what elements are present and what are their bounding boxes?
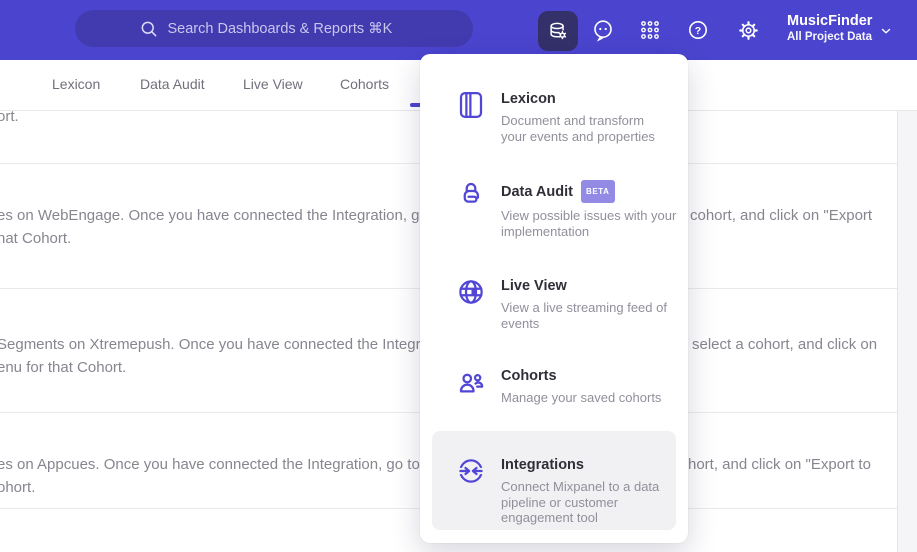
data-management-menu: Lexicon Document and transform your even… <box>420 54 688 543</box>
top-bar: ? MusicFinder All Project Data <box>0 0 917 60</box>
feedback-bubble-icon <box>594 20 612 42</box>
global-search[interactable] <box>75 10 473 47</box>
menu-item-title: Cohorts <box>501 368 557 384</box>
help-icon: ? <box>689 21 707 39</box>
tab-cohorts[interactable]: Cohorts <box>340 76 389 92</box>
database-gear-icon <box>550 22 567 40</box>
list-item-text: hort, and click on "Export to <box>688 456 871 473</box>
project-selector[interactable]: MusicFinder All Project Data <box>787 12 872 45</box>
tab-lexicon[interactable]: Lexicon <box>52 76 100 92</box>
menu-item-integrations[interactable]: Integrations Connect Mixpanel to a data … <box>456 456 678 526</box>
list-item-text: hat Cohort. <box>0 230 72 247</box>
data-management-button[interactable] <box>538 11 578 51</box>
project-name: MusicFinder <box>787 13 873 29</box>
data-audit-lock-icon <box>463 182 479 203</box>
list-item-text: es on Appcues. Once you have connected t… <box>0 456 462 473</box>
list-item-text: cohort, and click on "Export <box>690 207 873 224</box>
settings-button[interactable] <box>733 15 763 45</box>
list-item-text: enu for that Cohort. <box>0 359 127 376</box>
menu-item-live-view[interactable]: Live View View a live streaming feed of … <box>456 277 678 331</box>
feedback-button[interactable] <box>588 15 618 45</box>
project-selector-caret[interactable] <box>877 22 895 40</box>
list-item-text: Segments on Xtremepush. Once you have co… <box>0 336 458 353</box>
beta-badge: BETA <box>580 180 615 203</box>
apps-grid-button[interactable] <box>635 15 665 45</box>
project-scope: All Project Data <box>787 31 872 43</box>
integrations-sync-icon <box>456 459 486 483</box>
search-input[interactable] <box>167 20 410 37</box>
menu-item-desc: Manage your saved cohorts <box>501 390 662 405</box>
gear-icon <box>738 20 758 40</box>
lexicon-book-icon <box>459 92 483 118</box>
menu-item-lexicon[interactable]: Lexicon Document and transform your even… <box>456 90 678 144</box>
menu-item-cohorts[interactable]: Cohorts Manage your saved cohorts <box>456 367 678 406</box>
menu-item-desc: View a live streaming feed of events <box>501 300 667 331</box>
menu-item-title: Data Audit BETA <box>501 180 678 203</box>
menu-item-data-audit[interactable]: Data Audit BETA View possible issues with… <box>456 180 678 239</box>
apps-grid-icon <box>641 21 659 39</box>
menu-item-title: Live View <box>501 278 567 294</box>
cohorts-people-icon <box>459 373 484 393</box>
tab-data-audit[interactable]: Data Audit <box>140 76 205 92</box>
search-icon <box>141 21 156 36</box>
help-button[interactable]: ? <box>683 15 713 45</box>
menu-item-desc: Connect Mixpanel to a data pipeline or c… <box>501 479 660 525</box>
live-view-globe-icon <box>459 280 483 304</box>
list-item-text: es on WebEngage. Once you have connected… <box>0 207 470 224</box>
app-window: ort. es on WebEngage. Once you have conn… <box>0 0 917 552</box>
scrollbar-track[interactable] <box>897 111 917 552</box>
list-item-text: select a cohort, and click on <box>692 336 878 353</box>
menu-item-desc: Document and transform your events and p… <box>501 113 655 144</box>
tab-live-view[interactable]: Live View <box>243 76 303 92</box>
svg-text:?: ? <box>695 25 701 37</box>
menu-item-title: Integrations <box>501 457 584 473</box>
list-item-text: ohort. <box>0 479 36 496</box>
chevron-down-icon <box>881 28 891 34</box>
menu-item-title: Lexicon <box>501 91 556 107</box>
menu-item-desc: View possible issues with your implement… <box>501 208 677 239</box>
